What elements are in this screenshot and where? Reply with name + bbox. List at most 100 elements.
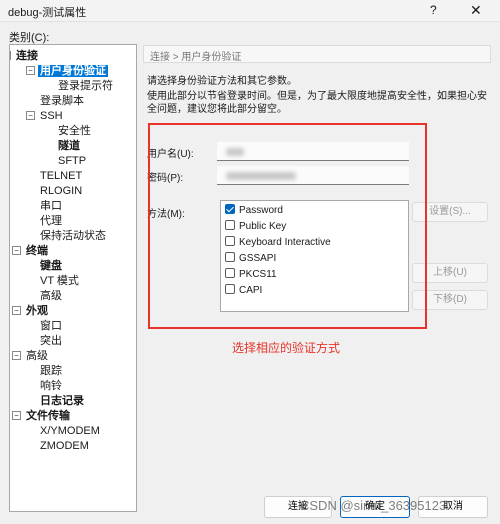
- checkbox-icon[interactable]: [225, 268, 235, 278]
- tree-item-label: ZMODEM: [40, 440, 89, 452]
- move-up-button[interactable]: 上移(U): [412, 263, 488, 283]
- tree-item[interactable]: 隧道: [56, 139, 82, 153]
- tree-item[interactable]: − 高级: [12, 349, 50, 363]
- ok-button[interactable]: 确定: [340, 496, 410, 518]
- tree-item-label: 安全性: [58, 125, 91, 137]
- tree-item[interactable]: 登录提示符: [56, 79, 115, 93]
- password-redaction: [226, 172, 296, 180]
- tree-item[interactable]: 保持活动状态: [38, 229, 108, 243]
- description-line-2: 使用此部分以节省登录时间。但是，为了最大限度地提高安全性，如果担心安全问题，建议…: [147, 91, 487, 115]
- tree-item[interactable]: 安全性: [56, 124, 93, 138]
- method-list[interactable]: Password Public Key Keyboard Interactive GS…: [220, 200, 409, 312]
- tree-item-label: VT 模式: [40, 275, 79, 287]
- tree-item[interactable]: 突出: [38, 334, 64, 348]
- tree-item[interactable]: 代理: [38, 214, 64, 228]
- method-item[interactable]: Password: [225, 204, 283, 218]
- tree-item-label: 日志记录: [40, 395, 84, 407]
- title-bar: debug-测试属性 ? ✕: [0, 0, 500, 22]
- method-item-label: Keyboard Interactive: [239, 237, 331, 248]
- method-item-label: GSSAPI: [239, 253, 277, 264]
- tree-item-label: 突出: [40, 335, 62, 347]
- tree-item-label: 隧道: [58, 140, 80, 152]
- tree-item-label: 跟踪: [40, 365, 62, 377]
- tree-item[interactable]: 串口: [38, 199, 64, 213]
- tree-item-label: 串口: [40, 200, 62, 212]
- tree-item-label: 用户身份验证: [38, 65, 108, 77]
- tree-item-label: 外观: [26, 305, 48, 317]
- checkbox-icon[interactable]: [225, 284, 235, 294]
- tree-item[interactable]: 日志记录: [38, 394, 86, 408]
- tree-item[interactable]: RLOGIN: [38, 184, 84, 198]
- tree-item[interactable]: −连接: [10, 49, 40, 63]
- tree-item[interactable]: 响铃: [38, 379, 64, 393]
- collapse-icon[interactable]: −: [12, 306, 21, 315]
- method-item[interactable]: CAPI: [225, 284, 262, 298]
- tree-item-label: X/YMODEM: [40, 425, 100, 437]
- category-tree[interactable]: −连接−用户身份验证登录提示符登录脚本−SSH安全性隧道SFTPTELNETRL…: [9, 44, 137, 512]
- move-down-button[interactable]: 下移(D): [412, 290, 488, 310]
- tree-item[interactable]: − 文件传输: [12, 409, 72, 423]
- tree-item[interactable]: VT 模式: [38, 274, 81, 288]
- collapse-icon[interactable]: −: [12, 246, 21, 255]
- tree-item[interactable]: 登录脚本: [38, 94, 86, 108]
- password-label: 密码(P):: [147, 173, 184, 184]
- method-item[interactable]: Public Key: [225, 220, 286, 234]
- tree-item-label: 高级: [26, 350, 48, 362]
- checkbox-icon[interactable]: [225, 236, 235, 246]
- method-item[interactable]: PKCS11: [225, 268, 277, 282]
- tree-item[interactable]: 跟踪: [38, 364, 64, 378]
- tree-item-label: 保持活动状态: [40, 230, 106, 242]
- tree-item[interactable]: SFTP: [56, 154, 88, 168]
- tree-item[interactable]: − 外观: [12, 304, 50, 318]
- collapse-icon[interactable]: −: [12, 411, 21, 420]
- method-item[interactable]: Keyboard Interactive: [225, 236, 331, 250]
- tree-item[interactable]: 窗口: [38, 319, 64, 333]
- collapse-icon[interactable]: −: [12, 351, 21, 360]
- tree-item-label: SSH: [40, 110, 63, 122]
- tree-item[interactable]: 高级: [38, 289, 64, 303]
- description-line-1: 请选择身份验证方法和其它参数。: [147, 76, 297, 87]
- username-label: 用户名(U):: [147, 149, 194, 160]
- tree-item-label: 键盘: [40, 260, 62, 272]
- tree-item-label: RLOGIN: [40, 185, 83, 197]
- tree-item-label: 文件传输: [26, 410, 70, 422]
- collapse-icon[interactable]: −: [10, 51, 11, 60]
- method-label: 方法(M):: [147, 209, 185, 220]
- collapse-icon[interactable]: −: [26, 111, 35, 120]
- annotation-text: 选择相应的验证方式: [232, 341, 341, 355]
- settings-button[interactable]: 设置(S)...: [412, 202, 488, 222]
- tree-item-label: 连接: [16, 50, 38, 62]
- username-input[interactable]: [217, 142, 409, 161]
- checkbox-checked-icon[interactable]: [225, 204, 235, 214]
- tree-item-label: TELNET: [40, 170, 83, 182]
- tree-item-label: 登录脚本: [40, 95, 84, 107]
- method-item-label: CAPI: [239, 285, 263, 296]
- collapse-icon[interactable]: −: [26, 66, 35, 75]
- method-item[interactable]: GSSAPI: [225, 252, 276, 266]
- tree-item[interactable]: − 用户身份验证: [26, 64, 108, 78]
- connect-button[interactable]: 连接: [264, 496, 332, 518]
- tree-item-label: 高级: [40, 290, 62, 302]
- method-item-label: Public Key: [239, 221, 287, 232]
- breadcrumb: 连接 > 用户身份验证: [143, 45, 491, 63]
- checkbox-icon[interactable]: [225, 220, 235, 230]
- tree-item[interactable]: X/YMODEM: [38, 424, 102, 438]
- method-item-label: PKCS11: [239, 269, 277, 280]
- tree-item[interactable]: ZMODEM: [38, 439, 91, 453]
- tree-item[interactable]: TELNET: [38, 169, 84, 183]
- tree-item[interactable]: − 终端: [12, 244, 50, 258]
- window-title: debug-测试属性: [8, 7, 87, 19]
- help-icon[interactable]: ?: [430, 3, 437, 17]
- tree-item-label: 窗口: [40, 320, 62, 332]
- tree-item-label: 响铃: [40, 380, 62, 392]
- checkbox-icon[interactable]: [225, 252, 235, 262]
- tree-item[interactable]: − SSH: [26, 109, 65, 123]
- cancel-button[interactable]: 取消: [418, 496, 488, 518]
- category-label: 类别(C):: [9, 32, 50, 44]
- username-redaction: [226, 148, 244, 156]
- tree-item-label: SFTP: [58, 155, 87, 167]
- close-icon[interactable]: ✕: [470, 2, 482, 19]
- tree-item-label: 终端: [26, 245, 48, 257]
- tree-item[interactable]: 键盘: [38, 259, 64, 273]
- method-item-label: Password: [239, 205, 283, 216]
